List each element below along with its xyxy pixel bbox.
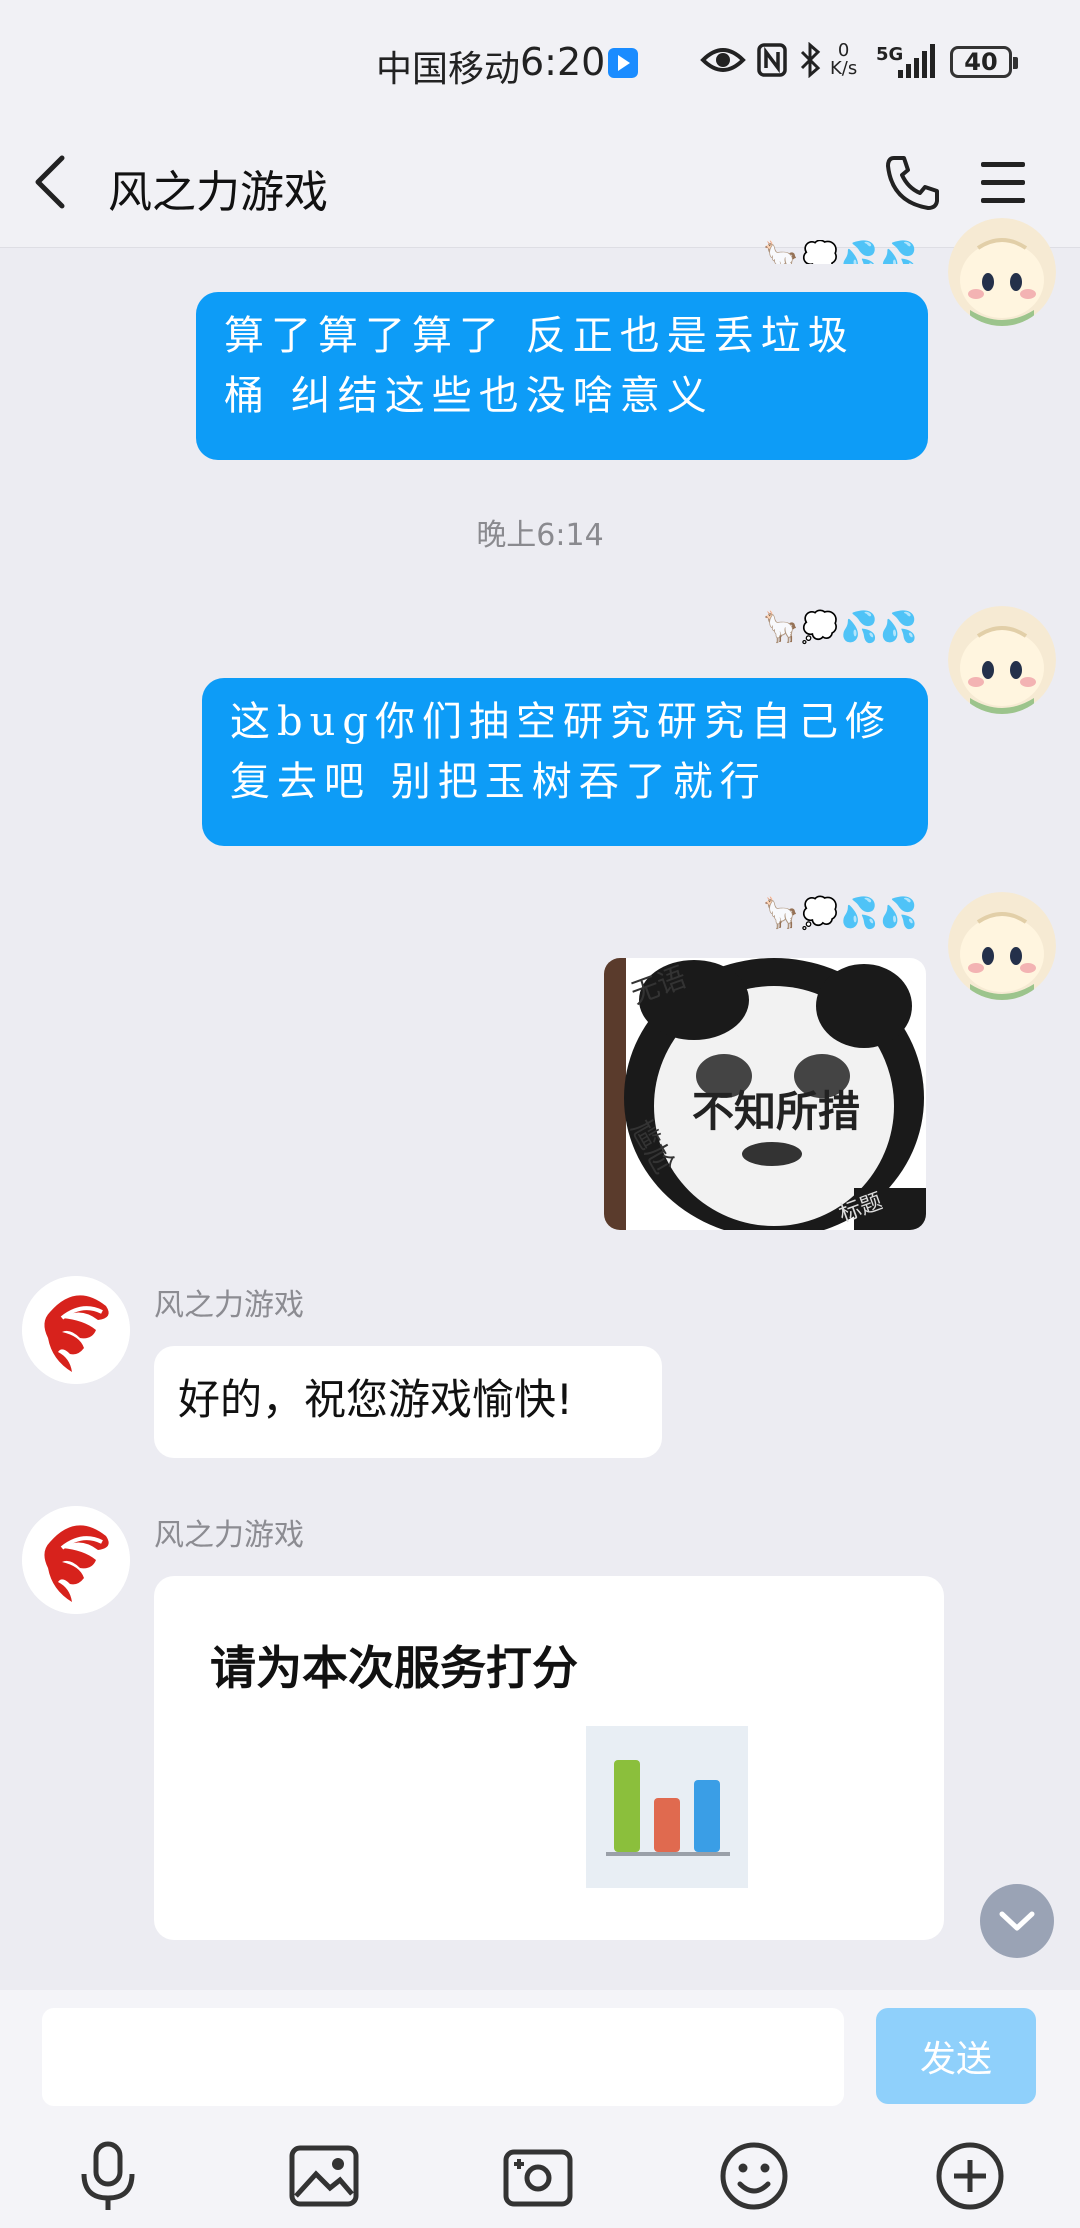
rating-chart-thumbnail xyxy=(586,1726,748,1888)
message-timestamp: 晚上6:14 xyxy=(476,518,604,553)
sender-tags: 🦙💭💦💦 xyxy=(762,896,920,931)
net-speed-unit: K/s xyxy=(830,58,858,79)
panda-meme-sticker[interactable]: 不知所措 无语 尴尬 标题 xyxy=(604,958,926,1230)
signal-icon xyxy=(898,44,935,78)
net-speed: 0 K/s xyxy=(830,42,857,78)
emoji-icon[interactable] xyxy=(716,2138,792,2214)
camera-icon[interactable] xyxy=(500,2138,576,2214)
add-more-icon[interactable] xyxy=(932,2138,1008,2214)
sender-name: 风之力游戏 xyxy=(154,1288,304,1323)
chat-title: 风之力游戏 xyxy=(108,167,328,218)
chat-header: 风之力游戏 xyxy=(0,120,1080,248)
phone-icon[interactable] xyxy=(880,150,944,214)
clock: 6:20 xyxy=(520,40,606,84)
carrier-label: 中国移动 xyxy=(376,49,521,90)
image-gallery-icon[interactable] xyxy=(286,2138,362,2214)
bot-avatar[interactable] xyxy=(22,1276,130,1384)
avatar[interactable] xyxy=(948,606,1056,714)
message-bubble-outgoing[interactable]: 算了算了算了 反正也是丢垃圾桶 纠结这些也没啥意义 xyxy=(196,292,928,460)
bun-avatar-image xyxy=(948,218,1056,326)
status-bar: 中国移动 6:20 0 K/s 5G 40 xyxy=(0,0,1080,120)
message-bubble-outgoing[interactable]: 这bug你们抽空研究研究自己修复去吧 别把玉树吞了就行 xyxy=(202,678,928,846)
tornado-logo-icon xyxy=(22,1506,130,1614)
battery-indicator: 40 xyxy=(950,46,1018,78)
tornado-logo-icon xyxy=(22,1276,130,1384)
sticker-caption: 不知所措 xyxy=(692,1087,861,1136)
rating-card-title: 请为本次服务打分 xyxy=(210,1641,578,1695)
rating-card[interactable]: 请为本次服务打分 xyxy=(154,1576,944,1940)
sender-tags: 🦙💭💦💦 xyxy=(762,610,920,645)
bluetooth-icon xyxy=(800,42,821,78)
send-button[interactable]: 发送 xyxy=(876,2008,1036,2104)
message-bubble-incoming[interactable]: 好的，祝您游戏愉快! xyxy=(154,1346,662,1458)
chevron-down-icon xyxy=(999,1911,1035,1931)
bun-avatar-image xyxy=(948,606,1056,714)
avatar[interactable] xyxy=(948,892,1056,1000)
input-bar: 发送 xyxy=(0,1990,1080,2228)
avatar[interactable] xyxy=(948,218,1056,326)
bar-chart-icon xyxy=(606,1760,730,1856)
sender-name: 风之力游戏 xyxy=(154,1518,304,1553)
scroll-to-bottom-button[interactable] xyxy=(980,1884,1054,1958)
back-arrow-icon[interactable] xyxy=(28,150,78,214)
bot-avatar[interactable] xyxy=(22,1506,130,1614)
app-notification-icon xyxy=(608,48,638,78)
sender-tags: 🦙💭💦💦 xyxy=(762,240,920,264)
bun-avatar-image xyxy=(948,892,1056,1000)
chat-screen: 中国移动 6:20 0 K/s 5G 40 风之力游戏 🦙💭💦💦 算了算了算了 … xyxy=(0,0,1080,2228)
microphone-icon[interactable] xyxy=(70,2138,146,2214)
nfc-icon xyxy=(757,43,787,77)
eye-icon xyxy=(700,48,746,72)
message-input[interactable] xyxy=(42,2008,844,2106)
menu-icon[interactable] xyxy=(978,154,1028,210)
